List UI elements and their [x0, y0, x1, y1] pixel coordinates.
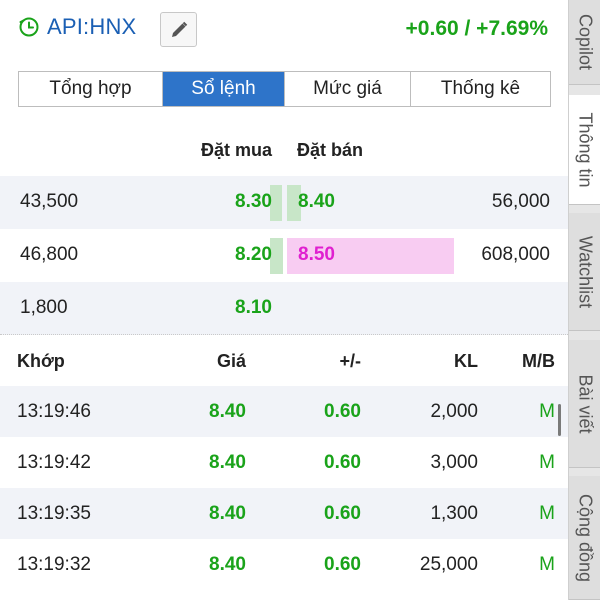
trade-volume: 25,000: [419, 554, 478, 575]
side-tab-bar: Copilot Thông tin Watchlist Bài viết Cộn…: [568, 0, 600, 600]
pencil-icon: [171, 21, 187, 37]
tab-so-lenh[interactable]: Sổ lệnh: [163, 72, 285, 106]
trade-row: 13:19:42 8.40 0.60 3,000 M: [0, 437, 568, 488]
sell-price: 8.40: [298, 191, 335, 212]
price-change: +0.60 / +7.69%: [405, 17, 548, 40]
trade-price: 8.40: [209, 503, 246, 524]
header-side: M/B: [522, 351, 555, 371]
tab-label: Thống kê: [440, 78, 521, 99]
side-tab-copilot[interactable]: Copilot: [569, 0, 600, 85]
tab-tong-hop[interactable]: Tổng hợp: [19, 72, 163, 106]
buy-price: 8.20: [235, 244, 272, 265]
detail-tabs: Tổng hợp Sổ lệnh Mức giá Thống kê: [18, 71, 551, 107]
side-tab-label: Thông tin: [575, 111, 596, 188]
buy-volume: 43,500: [20, 191, 79, 212]
trade-change: 0.60: [324, 401, 361, 422]
trade-time: 13:19:35: [17, 503, 91, 524]
symbol-link[interactable]: API:HNX: [18, 14, 136, 40]
trade-row: 13:19:46 8.40 0.60 2,000 M: [0, 386, 568, 437]
orderbook-header: Đặt mua Đặt bán: [0, 130, 568, 170]
trade-change: 0.60: [324, 452, 361, 473]
tab-label: Sổ lệnh: [191, 78, 256, 99]
trade-change: 0.60: [324, 554, 361, 575]
trade-side: M: [539, 401, 555, 422]
clock-icon: [19, 17, 39, 37]
trade-price: 8.40: [209, 452, 246, 473]
trade-side: M: [539, 503, 555, 524]
trade-volume: 3,000: [430, 452, 478, 473]
sell-header: Đặt bán: [297, 140, 364, 160]
header-price: Giá: [216, 351, 246, 371]
trade-row: 13:19:32 8.40 0.60 25,000 M: [0, 539, 568, 590]
sell-volume: 608,000: [481, 244, 550, 265]
side-tab-watchlist[interactable]: Watchlist: [569, 213, 600, 331]
sell-price: 8.50: [298, 244, 335, 265]
trade-time: 13:19:46: [17, 401, 91, 422]
buy-price: 8.30: [235, 191, 272, 212]
side-tab-label: Copilot: [575, 13, 596, 71]
orderbook-row: 1,800 8.10: [0, 282, 568, 335]
trade-time: 13:19:42: [17, 452, 91, 473]
trade-side: M: [539, 452, 555, 473]
buy-header: Đặt mua: [200, 140, 272, 160]
stock-detail-panel: API:HNX +0.60 / +7.69% Tổng hợp Sổ lệnh …: [0, 0, 568, 600]
header-change: +/-: [339, 351, 361, 371]
trade-side: M: [539, 554, 555, 575]
trade-volume: 2,000: [430, 401, 478, 422]
trade-time: 13:19:32: [17, 554, 91, 575]
scrollbar-thumb[interactable]: [558, 404, 561, 436]
header-time: Khớp: [17, 351, 65, 371]
trades-header: Khớp Giá +/- KL M/B: [0, 335, 568, 385]
side-tab-label: Cộng đồng: [575, 493, 596, 582]
trade-change: 0.60: [324, 503, 361, 524]
tab-muc-gia[interactable]: Mức giá: [285, 72, 411, 106]
trade-volume: 1,300: [430, 503, 478, 524]
side-tab-bai-viet[interactable]: Bài viết: [569, 340, 600, 468]
side-tab-thong-tin[interactable]: Thông tin: [569, 95, 600, 205]
header-volume: KL: [454, 351, 478, 371]
tab-label: Mức giá: [313, 78, 382, 99]
tab-label: Tổng hợp: [49, 78, 132, 99]
side-tab-label: Bài viết: [575, 373, 596, 434]
stock-symbol: API:HNX: [47, 14, 137, 39]
side-tab-cong-dong[interactable]: Cộng đồng: [569, 476, 600, 600]
side-tab-label: Watchlist: [575, 235, 596, 308]
trade-price: 8.40: [209, 554, 246, 575]
tab-thong-ke[interactable]: Thống kê: [411, 72, 550, 106]
buy-volume: 1,800: [20, 297, 68, 318]
sell-volume: 56,000: [491, 191, 550, 212]
orderbook-row: 43,500 8.30 8.40 56,000: [0, 176, 568, 229]
trade-price: 8.40: [209, 401, 246, 422]
trade-row: 13:19:35 8.40 0.60 1,300 M: [0, 488, 568, 539]
stock-header: API:HNX +0.60 / +7.69%: [0, 0, 568, 60]
edit-button[interactable]: [160, 12, 197, 47]
buy-price: 8.10: [235, 297, 272, 318]
buy-volume: 46,800: [20, 244, 79, 265]
orderbook-row: 46,800 8.20 8.50 608,000: [0, 229, 568, 282]
